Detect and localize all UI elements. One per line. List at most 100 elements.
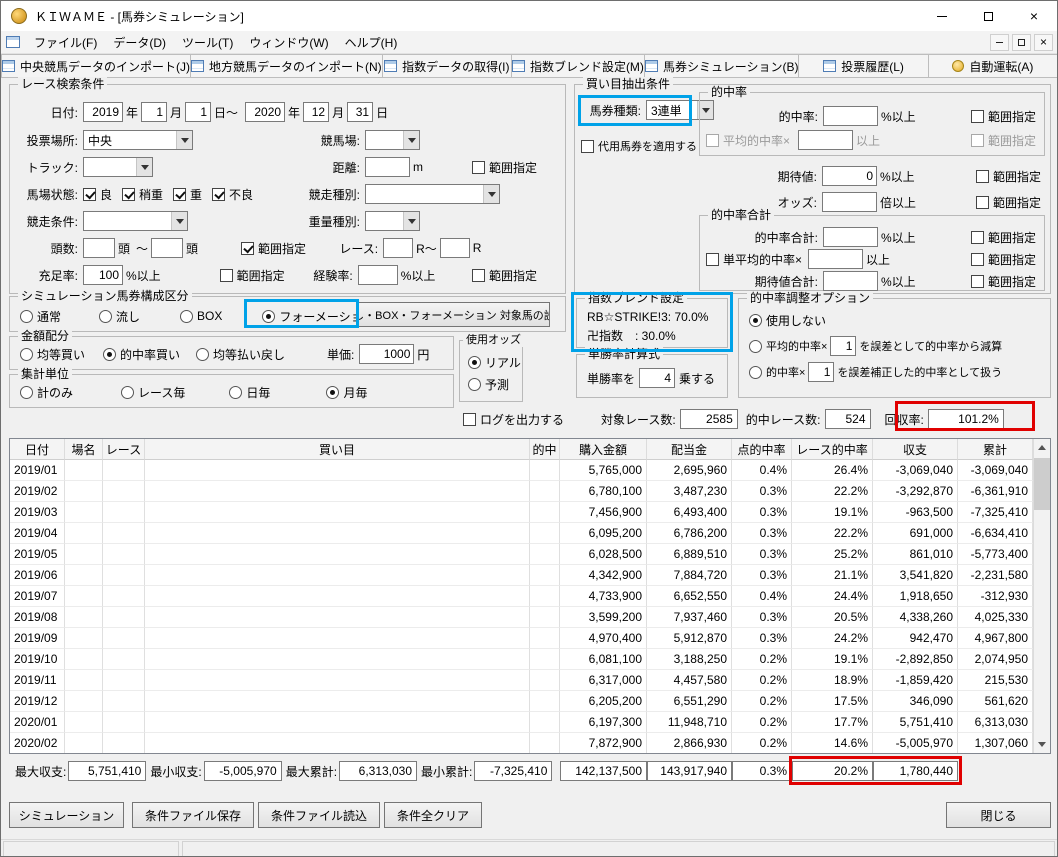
adjust-radio-none[interactable]: 使用しない xyxy=(749,312,826,329)
aggregate-radio-per-month[interactable]: 月毎 xyxy=(326,384,367,401)
toolbar-button-index-fetch[interactable]: 指数データの取得(I) xyxy=(381,54,512,78)
date-to-month-input[interactable] xyxy=(303,102,330,122)
single-avg-hit-rate-checkbox[interactable]: 単平均的中率× xyxy=(706,251,802,268)
sim-type-radio-normal[interactable]: 通常 xyxy=(20,308,61,325)
heads-range-checkbox[interactable]: 範囲指定 xyxy=(241,240,306,257)
expected-value-total-range-checkbox[interactable]: 範囲指定 xyxy=(970,273,1036,290)
toolbar-button-central-import[interactable]: 中央競馬データのインポート(J) xyxy=(1,54,191,78)
amount-radio-equal-buy[interactable]: 均等買い xyxy=(20,346,85,363)
table-row[interactable]: 2019/07 4,733,900 6,652,550 0.4% 24.4% 1… xyxy=(10,586,1050,607)
column-header-purchase[interactable]: 購入金額 xyxy=(560,439,647,460)
column-header-point-rate[interactable]: 点的中率 xyxy=(732,439,792,460)
date-from-day-input[interactable] xyxy=(185,102,212,122)
race-no-from-input[interactable] xyxy=(383,238,414,258)
mdi-minimize-button[interactable] xyxy=(990,33,1009,51)
column-header-date[interactable]: 日付 xyxy=(10,439,65,460)
column-header-race[interactable]: レース xyxy=(103,439,145,460)
toolbar-button-simulation[interactable]: 馬券シミュレーション(B) xyxy=(643,54,800,78)
adjust-subtract-multiplier-input[interactable] xyxy=(830,336,857,356)
aggregate-radio-total-only[interactable]: 計のみ xyxy=(20,384,73,401)
race-no-to-input[interactable] xyxy=(439,238,470,258)
distance-range-checkbox[interactable]: 範囲指定 xyxy=(472,159,537,176)
sim-type-radio-nagashi[interactable]: 流し xyxy=(99,308,140,325)
toolbar-button-vote-history[interactable]: 投票履歴(L) xyxy=(798,54,929,78)
hit-rate-range-checkbox[interactable]: 範囲指定 xyxy=(970,108,1036,125)
expected-value-total-input[interactable] xyxy=(823,271,878,291)
adjust-correct-multiplier-input[interactable] xyxy=(808,362,835,382)
date-to-day-input[interactable] xyxy=(347,102,374,122)
column-header-total[interactable]: 累計 xyxy=(958,439,1033,460)
table-row[interactable]: 2019/03 7,456,900 6,493,400 0.3% 19.1% -… xyxy=(10,502,1050,523)
date-from-month-input[interactable] xyxy=(141,102,168,122)
odds-source-radio-real[interactable]: リアル xyxy=(468,354,521,371)
exp-rate-input[interactable] xyxy=(357,265,398,285)
fill-rate-input[interactable] xyxy=(83,265,123,285)
odds-source-radio-predict[interactable]: 予測 xyxy=(468,376,509,393)
table-row[interactable]: 2019/06 4,342,900 7,884,720 0.3% 21.1% 3… xyxy=(10,565,1050,586)
hit-rate-input[interactable] xyxy=(823,106,878,126)
date-from-year-input[interactable] xyxy=(83,102,123,122)
win-rate-power-input[interactable] xyxy=(639,368,676,388)
track-select[interactable] xyxy=(83,157,153,177)
distance-input[interactable] xyxy=(365,157,410,177)
hit-rate-total-input[interactable] xyxy=(823,227,878,247)
ground-heavy-checkbox[interactable]: 重 xyxy=(173,186,202,203)
course-select[interactable] xyxy=(365,130,420,150)
minimize-button[interactable] xyxy=(919,1,965,31)
table-row[interactable]: 2019/09 4,970,400 5,912,870 0.3% 24.2% 9… xyxy=(10,628,1050,649)
substitute-ticket-checkbox[interactable]: 代用馬券を適用する xyxy=(581,138,697,154)
toolbar-button-local-import[interactable]: 地方競馬データのインポート(N) xyxy=(190,54,383,78)
table-row[interactable]: 2019/02 6,780,100 3,487,230 0.3% 22.2% -… xyxy=(10,481,1050,502)
table-row[interactable]: 2020/01 6,197,300 11,948,710 0.2% 17.7% … xyxy=(10,712,1050,733)
column-header-place[interactable]: 場名 xyxy=(65,439,103,460)
weight-select[interactable] xyxy=(365,211,420,231)
load-conditions-button[interactable]: 条件ファイル読込 xyxy=(258,802,380,828)
odds-input[interactable] xyxy=(822,192,877,212)
column-header-hit[interactable]: 的中 xyxy=(530,439,560,460)
aggregate-radio-per-day[interactable]: 日毎 xyxy=(229,384,270,401)
expected-value-input[interactable] xyxy=(822,166,877,186)
hit-rate-total-range-checkbox[interactable]: 範囲指定 xyxy=(970,229,1036,246)
column-header-pick[interactable]: 買い目 xyxy=(145,439,530,460)
log-output-checkbox[interactable]: ログを出力する xyxy=(463,411,564,428)
expected-value-range-checkbox[interactable]: 範囲指定 xyxy=(975,168,1041,185)
target-horse-setting-button[interactable]: 流し・BOX・フォーメーション 対象馬の設定 xyxy=(358,302,550,327)
race-cond-select[interactable] xyxy=(83,211,188,231)
adjust-radio-subtract[interactable]: 平均的中率× xyxy=(749,338,827,354)
amount-radio-hit-rate-buy[interactable]: 的中率買い xyxy=(103,346,180,363)
mdi-close-button[interactable]: × xyxy=(1034,33,1053,51)
fill-rate-range-checkbox[interactable]: 範囲指定 xyxy=(219,267,285,284)
place-select[interactable]: 中央 xyxy=(83,130,193,150)
exp-rate-range-checkbox[interactable]: 範囲指定 xyxy=(472,267,537,284)
toolbar-button-auto-drive[interactable]: 自動運転(A) xyxy=(927,54,1057,78)
close-button[interactable]: × xyxy=(1011,1,1057,31)
toolbar-button-index-blend[interactable]: 指数ブレンド設定(M) xyxy=(510,54,645,78)
sim-type-radio-box[interactable]: BOX xyxy=(180,309,222,323)
table-row[interactable]: 2019/08 3,599,200 7,937,460 0.3% 20.5% 4… xyxy=(10,607,1050,628)
table-row[interactable]: 2019/11 6,317,000 4,457,580 0.2% 18.9% -… xyxy=(10,670,1050,691)
simulation-button[interactable]: シミュレーション xyxy=(9,802,124,828)
table-row[interactable]: 2019/10 6,081,100 3,188,250 0.2% 19.1% -… xyxy=(10,649,1050,670)
single-avg-hit-rate-range-checkbox[interactable]: 範囲指定 xyxy=(970,251,1036,268)
column-header-race-rate[interactable]: レース的中率 xyxy=(792,439,873,460)
vertical-scrollbar[interactable] xyxy=(1033,439,1050,753)
menu-item-window[interactable]: ウィンドウ(W) xyxy=(241,31,336,54)
single-avg-hit-rate-multiplier-input[interactable] xyxy=(808,249,864,269)
close-dialog-button[interactable]: 閉じる xyxy=(946,802,1051,828)
clear-conditions-button[interactable]: 条件全クリア xyxy=(384,802,482,828)
table-row[interactable]: 2019/12 6,205,200 6,551,290 0.2% 17.5% 3… xyxy=(10,691,1050,712)
scrollbar-thumb[interactable] xyxy=(1034,458,1050,510)
column-header-balance[interactable]: 収支 xyxy=(873,439,958,460)
table-row[interactable]: 2020/02 7,872,900 2,866,930 0.2% 14.6% -… xyxy=(10,733,1050,753)
table-row[interactable]: 2019/01 5,765,000 2,695,960 0.4% 26.4% -… xyxy=(10,460,1050,481)
aggregate-radio-per-race[interactable]: レース毎 xyxy=(121,384,185,401)
race-kind-select[interactable] xyxy=(365,184,500,204)
column-header-payout[interactable]: 配当金 xyxy=(647,439,732,460)
menu-item-help[interactable]: ヘルプ(H) xyxy=(337,31,406,54)
save-conditions-button[interactable]: 条件ファイル保存 xyxy=(132,802,254,828)
heads-to-input[interactable] xyxy=(151,238,184,258)
menu-item-file[interactable]: ファイル(F) xyxy=(26,31,105,54)
ground-slightly-heavy-checkbox[interactable]: 稍重 xyxy=(122,186,163,203)
menu-item-tools[interactable]: ツール(T) xyxy=(174,31,241,54)
amount-radio-equal-payout[interactable]: 均等払い戻し xyxy=(196,346,285,363)
